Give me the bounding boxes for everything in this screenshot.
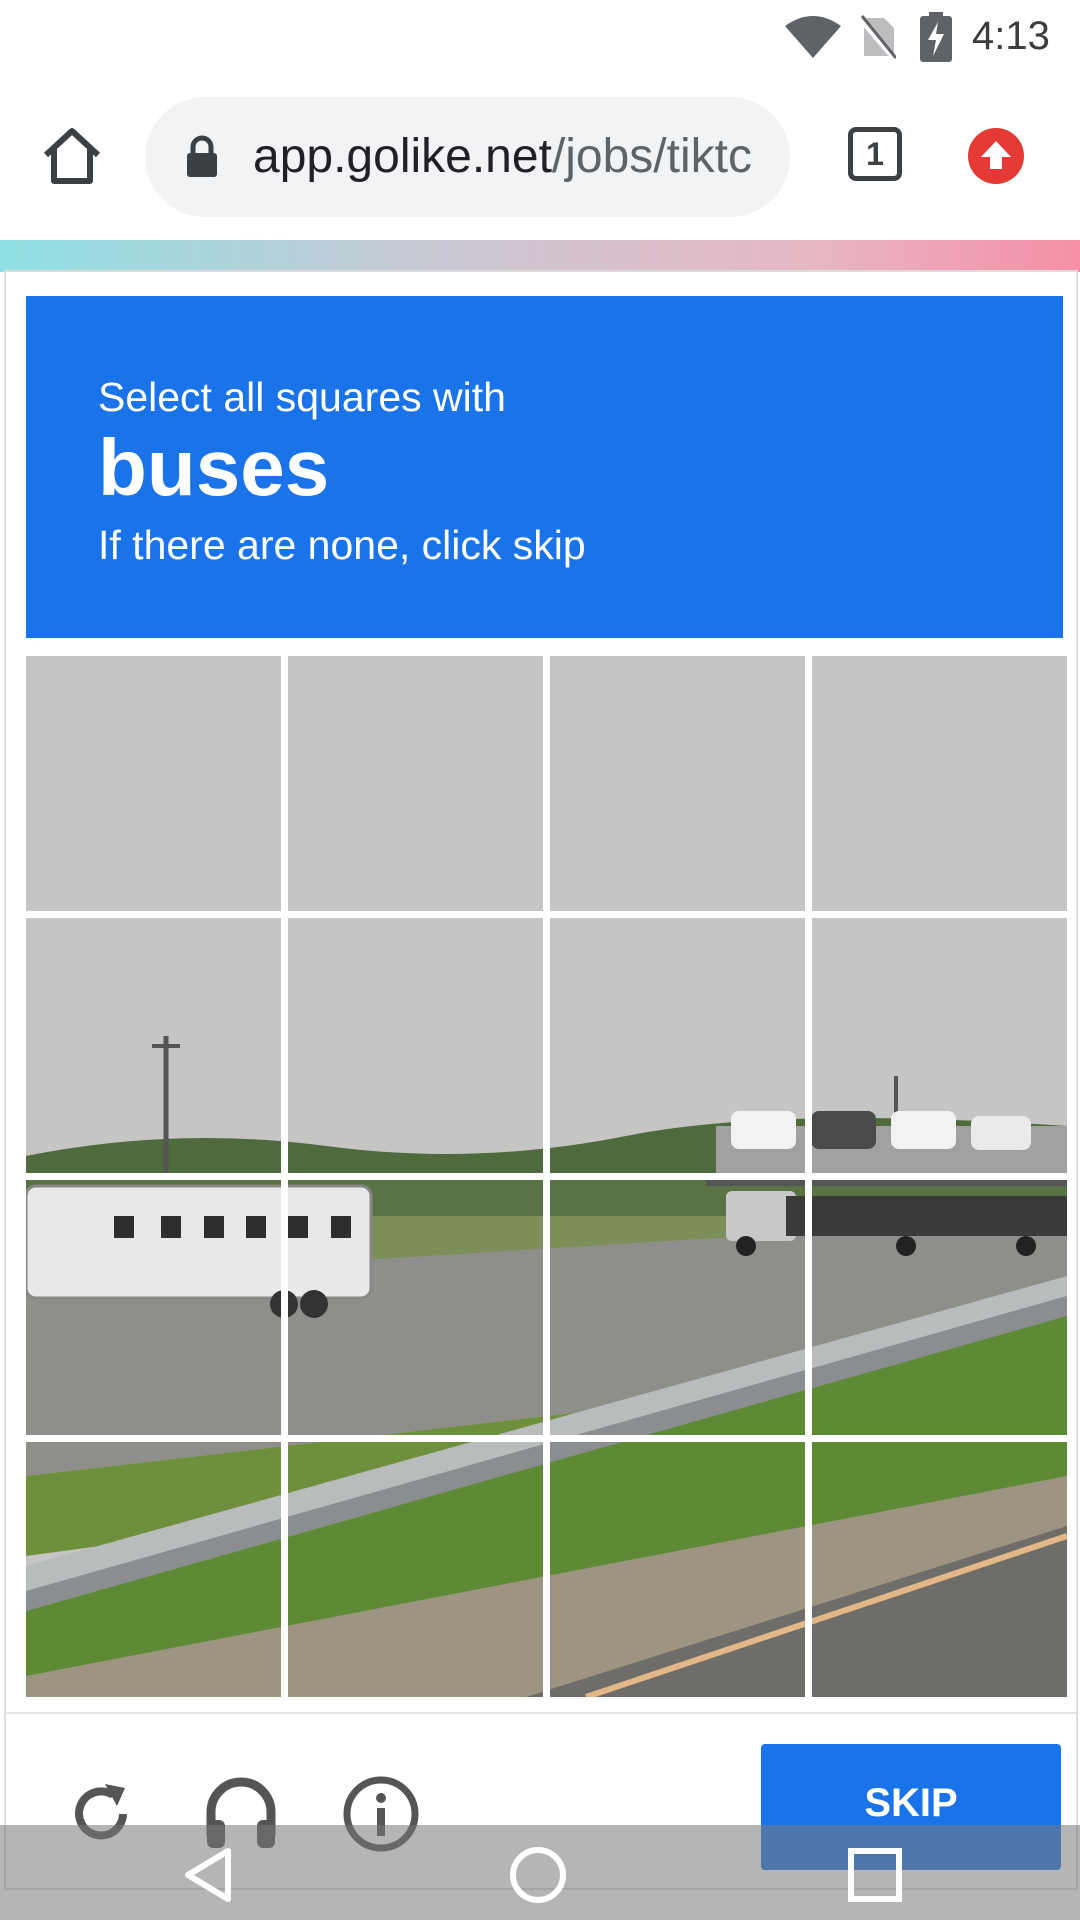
captcha-image-grid	[26, 656, 1067, 1697]
tab-switcher-button[interactable]: 1	[848, 127, 902, 181]
captcha-tile[interactable]	[288, 1180, 543, 1435]
captcha-tile[interactable]	[26, 1442, 281, 1697]
clock: 4:13	[972, 14, 1050, 58]
back-icon[interactable]	[178, 1845, 238, 1905]
captcha-tile[interactable]	[288, 656, 543, 911]
update-arrow-icon[interactable]	[968, 128, 1024, 184]
captcha-tile[interactable]	[26, 1180, 281, 1435]
captcha-tile[interactable]	[812, 1180, 1067, 1435]
captcha-tile[interactable]	[812, 918, 1067, 1173]
captcha-prompt: Select all squares with buses If there a…	[26, 296, 1063, 638]
status-bar: 4:13	[0, 0, 1080, 75]
prompt-keyword: buses	[98, 423, 330, 512]
home-icon[interactable]	[40, 125, 104, 189]
wifi-icon	[783, 12, 843, 67]
prompt-instruction: Select all squares with	[98, 374, 506, 420]
url-domain: app.golike.net	[253, 130, 552, 183]
captcha-tile[interactable]	[26, 656, 281, 911]
page-banner-strip	[0, 240, 1080, 272]
captcha-tile[interactable]	[550, 656, 805, 911]
captcha-tile[interactable]	[288, 1442, 543, 1697]
captcha-challenge: Select all squares with buses If there a…	[4, 270, 1078, 1890]
captcha-tile[interactable]	[550, 1180, 805, 1435]
no-sim-icon	[857, 14, 899, 65]
battery-charging-icon	[920, 12, 952, 67]
url-path: /jobs/tiktc	[551, 130, 752, 183]
home-circle-icon[interactable]	[508, 1845, 568, 1905]
lock-icon	[185, 135, 219, 182]
captcha-tile[interactable]	[812, 1442, 1067, 1697]
browser-toolbar: app.golike.net/jobs/tiktc 1	[0, 75, 1080, 240]
captcha-tile[interactable]	[288, 918, 543, 1173]
address-bar[interactable]: app.golike.net/jobs/tiktc	[145, 97, 790, 217]
captcha-tile[interactable]	[26, 918, 281, 1173]
captcha-tile[interactable]	[812, 656, 1067, 911]
recents-icon[interactable]	[845, 1845, 905, 1905]
captcha-tile[interactable]	[550, 1442, 805, 1697]
system-navigation-bar	[0, 1825, 1080, 1920]
prompt-hint: If there are none, click skip	[98, 522, 586, 568]
captcha-tile[interactable]	[550, 918, 805, 1173]
url-text: app.golike.net/jobs/tiktc	[253, 129, 773, 184]
